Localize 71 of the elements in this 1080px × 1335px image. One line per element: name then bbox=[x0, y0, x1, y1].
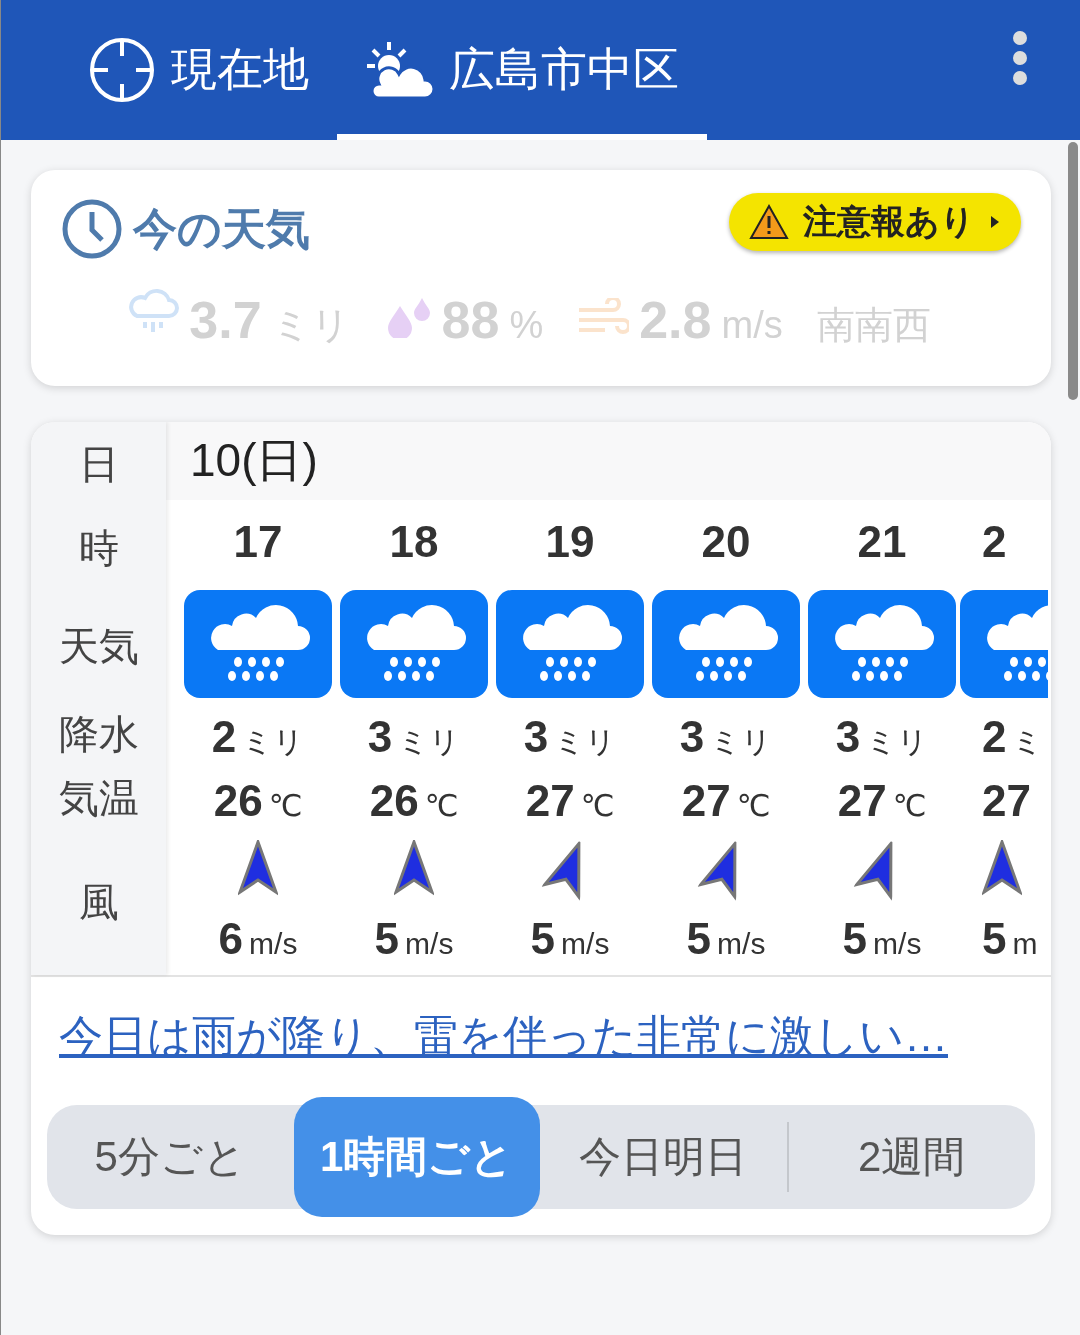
date-label: 10(日) bbox=[190, 433, 318, 488]
temperature-value: 27 bbox=[982, 776, 1031, 826]
hour-label: 19 bbox=[545, 516, 595, 567]
range-tab[interactable]: 1時間ごと bbox=[293, 1097, 540, 1217]
wind-speed-value: 5 bbox=[530, 914, 556, 964]
sun-cloud-icon bbox=[365, 40, 433, 100]
header-tab[interactable]: 現在地 bbox=[61, 0, 337, 140]
range-tab[interactable]: 今日明日 bbox=[540, 1122, 789, 1192]
temperature-value: 27 bbox=[681, 776, 731, 826]
row-label: 風 bbox=[78, 879, 119, 926]
row-label: 降水 bbox=[58, 710, 139, 758]
clock-icon bbox=[61, 198, 123, 260]
section-title: 今の天気 bbox=[133, 202, 310, 255]
humidity-unit: % bbox=[509, 304, 544, 347]
wind-speed-unit: m/s bbox=[249, 927, 298, 961]
temperature-value: 26 bbox=[213, 776, 263, 826]
crosshair-icon bbox=[89, 37, 155, 103]
wind-speed-value: 5 bbox=[982, 914, 1007, 964]
temperature-unit: ℃ bbox=[580, 788, 615, 823]
more-menu-icon[interactable] bbox=[1012, 30, 1028, 86]
temperature-unit: ℃ bbox=[424, 788, 459, 823]
row-label: 気温 bbox=[58, 774, 139, 822]
temperature-value: 27 bbox=[837, 776, 887, 826]
wind-speed-unit: m/s bbox=[405, 927, 454, 961]
caret-icon bbox=[989, 214, 1001, 230]
header-tab[interactable]: 広島市中区 bbox=[337, 0, 707, 140]
wind-speed-unit: m bbox=[1012, 927, 1038, 961]
range-tab[interactable]: 2週間 bbox=[788, 1122, 1035, 1192]
wind-speed-unit: m/s bbox=[561, 927, 610, 961]
precip-unit: ミリ bbox=[866, 723, 929, 760]
row-label: 天気 bbox=[58, 622, 139, 670]
rain-cloud-icon bbox=[340, 590, 488, 698]
rain-cloud-icon bbox=[184, 590, 332, 698]
precip-value: 3 bbox=[367, 711, 393, 762]
row-label: 時 bbox=[78, 525, 119, 572]
precip-value: 3 bbox=[835, 711, 861, 762]
range-tab[interactable]: 5分ごと bbox=[47, 1122, 294, 1192]
hour-label: 2 bbox=[982, 516, 1007, 567]
wind-speed-value: 5 bbox=[842, 914, 868, 964]
precip-value: 2 bbox=[211, 711, 237, 762]
precip-unit: ミリ bbox=[710, 723, 773, 760]
precip-value: 2 bbox=[982, 711, 1007, 762]
wind-speed-value: 5 bbox=[374, 914, 400, 964]
temperature-unit: ℃ bbox=[892, 788, 927, 823]
wind-speed-value: 5 bbox=[686, 914, 712, 964]
precip-value: 3 bbox=[523, 711, 549, 762]
precip-value: 3 bbox=[679, 711, 705, 762]
precip-unit: ミ bbox=[1012, 723, 1044, 760]
precip-unit: ミリ bbox=[242, 723, 305, 760]
temperature-value: 27 bbox=[525, 776, 575, 826]
rain-cloud-icon bbox=[808, 590, 956, 698]
hour-label: 20 bbox=[701, 516, 751, 567]
temperature-unit: ℃ bbox=[736, 788, 771, 823]
forecast-summary-link[interactable]: 今日は雨が降り、雷を伴った非常に激しい… bbox=[59, 1011, 948, 1060]
temperature-value: 26 bbox=[369, 776, 419, 826]
wind-speed-value: 6 bbox=[218, 914, 244, 964]
temperature-unit: ℃ bbox=[268, 788, 303, 823]
hour-label: 17 bbox=[233, 516, 283, 567]
rain-cloud-icon bbox=[652, 590, 800, 698]
rain-cloud-icon bbox=[960, 590, 1048, 698]
wind-speed-unit: m/s bbox=[873, 927, 922, 961]
wind-speed-unit: m/s bbox=[717, 927, 766, 961]
warning-icon bbox=[749, 204, 789, 240]
precip-unit: ミリ bbox=[398, 723, 461, 760]
precip-unit: ミリ bbox=[554, 723, 617, 760]
hour-label: 21 bbox=[857, 516, 907, 567]
rain-cloud-icon bbox=[496, 590, 644, 698]
alert-button[interactable]: 注意報あり bbox=[729, 193, 1021, 251]
hour-label: 18 bbox=[389, 516, 439, 567]
scrollbar[interactable] bbox=[1068, 142, 1078, 400]
row-label: 日 bbox=[78, 441, 119, 488]
